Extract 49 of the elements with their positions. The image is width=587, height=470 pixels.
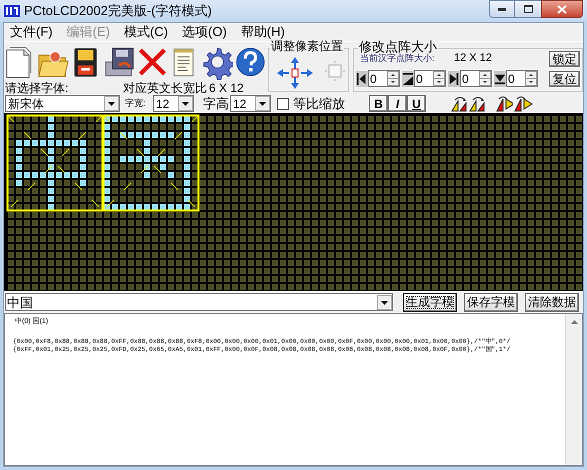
scroll-bar[interactable] (565, 314, 582, 465)
spin-field[interactable]: 0 (460, 70, 492, 87)
style-button[interactable]: U (407, 95, 426, 112)
app-icon (4, 4, 20, 18)
action-button[interactable]: 清除数据 (525, 292, 579, 312)
spin-arrows-icon[interactable] (478, 71, 491, 86)
style-button[interactable]: B (369, 95, 388, 112)
proportional-checkbox[interactable] (277, 98, 289, 110)
ratio-value: 6 X 12 (209, 82, 244, 94)
maximize-icon (524, 5, 532, 13)
spin-arrows-icon[interactable] (432, 71, 445, 86)
spin-arrows-icon[interactable] (524, 71, 537, 86)
menu-item[interactable]: 帮助(H) (240, 22, 285, 42)
menu-item[interactable]: 模式(C) (124, 22, 168, 42)
font-label: 请选择字体: (4, 82, 70, 94)
minimize-button[interactable] (489, 0, 515, 18)
ratio-label: 对应英文长宽比 (123, 82, 207, 94)
lock-button[interactable]: 锁定 (549, 51, 580, 67)
dot-matrix-grid[interactable] (6, 114, 583, 291)
font-select[interactable]: 新宋体 (5, 95, 120, 112)
spin-field[interactable]: 0 (368, 70, 400, 87)
style-button[interactable]: I (388, 95, 407, 112)
spin-field[interactable]: 0 (506, 70, 538, 87)
rotate-left-icon[interactable] (450, 95, 468, 112)
spin-field[interactable]: 0 (414, 70, 446, 87)
flip-horizontal-icon[interactable] (495, 95, 513, 112)
reset-button[interactable]: 复位 (549, 71, 580, 87)
action-button[interactable]: 生成字模 (403, 292, 457, 312)
proportional-label: 等比缩放 (293, 94, 346, 113)
menu-item[interactable]: 文件(F) (10, 22, 53, 42)
group-title: 调整像素位置 (270, 40, 344, 52)
maximize-button[interactable] (515, 0, 541, 18)
window-title: PCtoLCD2002完美版-(字符模式) (24, 2, 212, 20)
menu-item[interactable]: 选项(O) (182, 22, 227, 42)
matrix-size-label: 当前汉字点阵大小: (360, 54, 434, 63)
action-button[interactable]: 保存字模 (464, 292, 518, 312)
font-height-select[interactable]: 12 (230, 95, 271, 112)
spin-arrows-icon[interactable] (386, 71, 399, 86)
minimize-icon (498, 8, 506, 10)
rotate-right-icon[interactable] (468, 95, 486, 112)
matrix-size-value: 12 X 12 (454, 53, 492, 64)
close-button[interactable] (541, 0, 583, 18)
font-height-label: 字高 (203, 94, 230, 113)
flip-vertical-icon[interactable] (513, 95, 533, 112)
font-width-label: 字宽: (125, 96, 147, 110)
close-icon (557, 4, 567, 14)
group-title: 修改点阵大小 (358, 40, 438, 53)
text-input-field[interactable]: 中国 (5, 293, 393, 311)
font-width-select[interactable]: 12 (153, 95, 194, 112)
